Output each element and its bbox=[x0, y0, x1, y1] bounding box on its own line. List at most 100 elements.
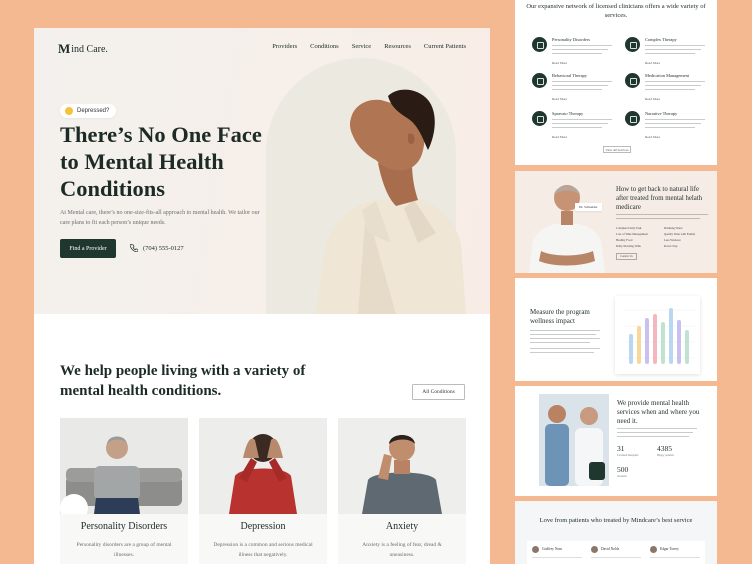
doctor-image bbox=[529, 185, 605, 273]
card-description: Anxiety is a feeling of fear, dread & un… bbox=[362, 542, 442, 558]
text-line bbox=[617, 436, 689, 438]
hero-section: Mind Care. Providers Conditions Service … bbox=[34, 28, 490, 314]
hero-description: At Mental care, there’s no one-size-fits… bbox=[60, 210, 260, 226]
all-conditions-button[interactable]: All Conditions bbox=[412, 384, 465, 400]
stat-patients: 4385 Happy patients bbox=[657, 444, 674, 457]
nav-conditions[interactable]: Conditions bbox=[310, 43, 339, 50]
stat-sessions: 500 Sessions bbox=[617, 465, 628, 478]
checklist-item: Power Nap bbox=[664, 244, 678, 248]
read-more-link[interactable]: Read More bbox=[645, 97, 660, 101]
condition-card-anxiety[interactable]: Anxiety Anxiety is a feeling of fear, dr… bbox=[338, 418, 466, 564]
text-line bbox=[552, 53, 602, 55]
text-line bbox=[645, 85, 701, 87]
stat-label: Licensed therapists bbox=[617, 454, 639, 457]
text-line bbox=[552, 127, 602, 129]
conditions-section-title: We help people living with a variety of … bbox=[60, 363, 306, 399]
text-line bbox=[530, 338, 600, 340]
text-line bbox=[552, 123, 608, 125]
nav-current-patients[interactable]: Current Patients bbox=[424, 43, 466, 50]
depression-card-image bbox=[199, 418, 327, 514]
service-title: Complex Therapy bbox=[645, 37, 677, 42]
preview-wellness-section: Measure the program wellness impact bbox=[515, 278, 717, 381]
avatar bbox=[532, 546, 539, 553]
personality-card-image bbox=[60, 418, 188, 514]
text-line bbox=[530, 348, 600, 350]
hero-person-image bbox=[316, 89, 466, 314]
nav-service[interactable]: Service bbox=[352, 43, 372, 50]
checklist-item: Drinking Water bbox=[664, 226, 683, 230]
text-line bbox=[530, 330, 600, 332]
testimonial-card[interactable]: Godfrey Nom bbox=[527, 541, 587, 564]
read-more-link[interactable]: Read More bbox=[552, 135, 567, 139]
card-title: Personality Disorders bbox=[80, 521, 168, 532]
brain-icon bbox=[532, 73, 547, 88]
service-title: Narrative Therapy bbox=[645, 111, 678, 116]
view-all-services-button[interactable]: View All Services bbox=[603, 146, 631, 153]
testimonials-title: Love from patients who treated by Mindca… bbox=[539, 517, 693, 524]
phone-number: (704) 555-0127 bbox=[143, 244, 184, 252]
service-title: Medication Management bbox=[645, 73, 690, 78]
main-nav: Providers Conditions Service Resources C… bbox=[272, 43, 466, 50]
read-more-link[interactable]: Read More bbox=[552, 97, 567, 101]
testimonial-card[interactable]: David Nolds bbox=[586, 541, 646, 564]
text-line bbox=[645, 81, 705, 83]
phone-link[interactable]: (704) 555-0127 bbox=[130, 244, 184, 252]
checklist-item: Healthy Food bbox=[616, 238, 633, 242]
testimonial-card[interactable]: Edgar Torrey bbox=[645, 541, 705, 564]
read-more-link[interactable]: Read More bbox=[645, 61, 660, 65]
service-title: Behavioral Therapy bbox=[552, 73, 587, 78]
checklist-item: Less Workout bbox=[664, 238, 681, 242]
card-description: Depression is a common and serious medic… bbox=[213, 542, 313, 558]
text-line bbox=[591, 557, 641, 558]
reviewer-name: David Nolds bbox=[601, 547, 620, 551]
checklist-item: Complete Daily Task bbox=[616, 226, 642, 230]
checklist-item: Daily Morning Walk bbox=[616, 244, 641, 248]
text-line bbox=[616, 214, 708, 216]
text-line bbox=[530, 342, 590, 344]
text-line bbox=[650, 557, 700, 558]
text-line bbox=[552, 119, 612, 121]
text-line bbox=[530, 334, 596, 336]
services-heading: Our expansive network of licensed clinic… bbox=[526, 3, 706, 19]
text-line bbox=[530, 352, 594, 354]
condition-card-personality[interactable]: Personality Disorders Personality disord… bbox=[60, 418, 188, 564]
contact-us-button[interactable]: Contact Us bbox=[616, 253, 637, 260]
text-line bbox=[552, 45, 612, 47]
checklist-item: Quality Time with Family bbox=[664, 232, 696, 236]
main-page: Mind Care. Providers Conditions Service … bbox=[34, 28, 490, 564]
find-provider-button[interactable]: Find a Provider bbox=[60, 239, 116, 258]
service-title: Spravato Therapy bbox=[552, 111, 584, 116]
condition-card-depression[interactable]: Depression Depression is a common and se… bbox=[199, 418, 327, 564]
brand-logo[interactable]: Mind Care. bbox=[58, 41, 108, 57]
read-more-link[interactable]: Read More bbox=[552, 61, 567, 65]
wellness-chart-card bbox=[615, 296, 700, 374]
text-line bbox=[645, 123, 701, 125]
reviewer-name: Godfrey Nom bbox=[542, 547, 563, 551]
brand-logo-mark: M bbox=[58, 41, 71, 56]
stat-value: 500 bbox=[617, 465, 629, 474]
text-line bbox=[645, 89, 695, 91]
card-title: Depression bbox=[240, 521, 286, 532]
brand-logo-text: ind Care. bbox=[71, 43, 108, 55]
wellness-title: Measure the program wellness impact bbox=[530, 308, 590, 325]
read-more-link[interactable]: Read More bbox=[645, 135, 660, 139]
anxiety-card-image bbox=[338, 418, 466, 514]
user-icon bbox=[625, 37, 640, 52]
nav-resources[interactable]: Resources bbox=[384, 43, 411, 50]
stat-therapists: 31 Licensed therapists bbox=[617, 444, 639, 457]
person-icon bbox=[625, 111, 640, 126]
text-line bbox=[645, 127, 695, 129]
text-line bbox=[617, 428, 697, 430]
phone-icon bbox=[130, 244, 138, 252]
avatar bbox=[650, 546, 657, 553]
text-line bbox=[645, 53, 695, 55]
text-line bbox=[552, 89, 602, 91]
doctor-patient-image bbox=[539, 394, 609, 486]
avatar bbox=[591, 546, 598, 553]
calendar-icon bbox=[532, 111, 547, 126]
text-line bbox=[645, 45, 705, 47]
doctor-name-tag: Dr. Schneider bbox=[575, 203, 602, 211]
preview-services-section: Our expansive network of licensed clinic… bbox=[515, 0, 717, 165]
nav-providers[interactable]: Providers bbox=[272, 43, 297, 50]
card-title: Anxiety bbox=[385, 521, 419, 532]
